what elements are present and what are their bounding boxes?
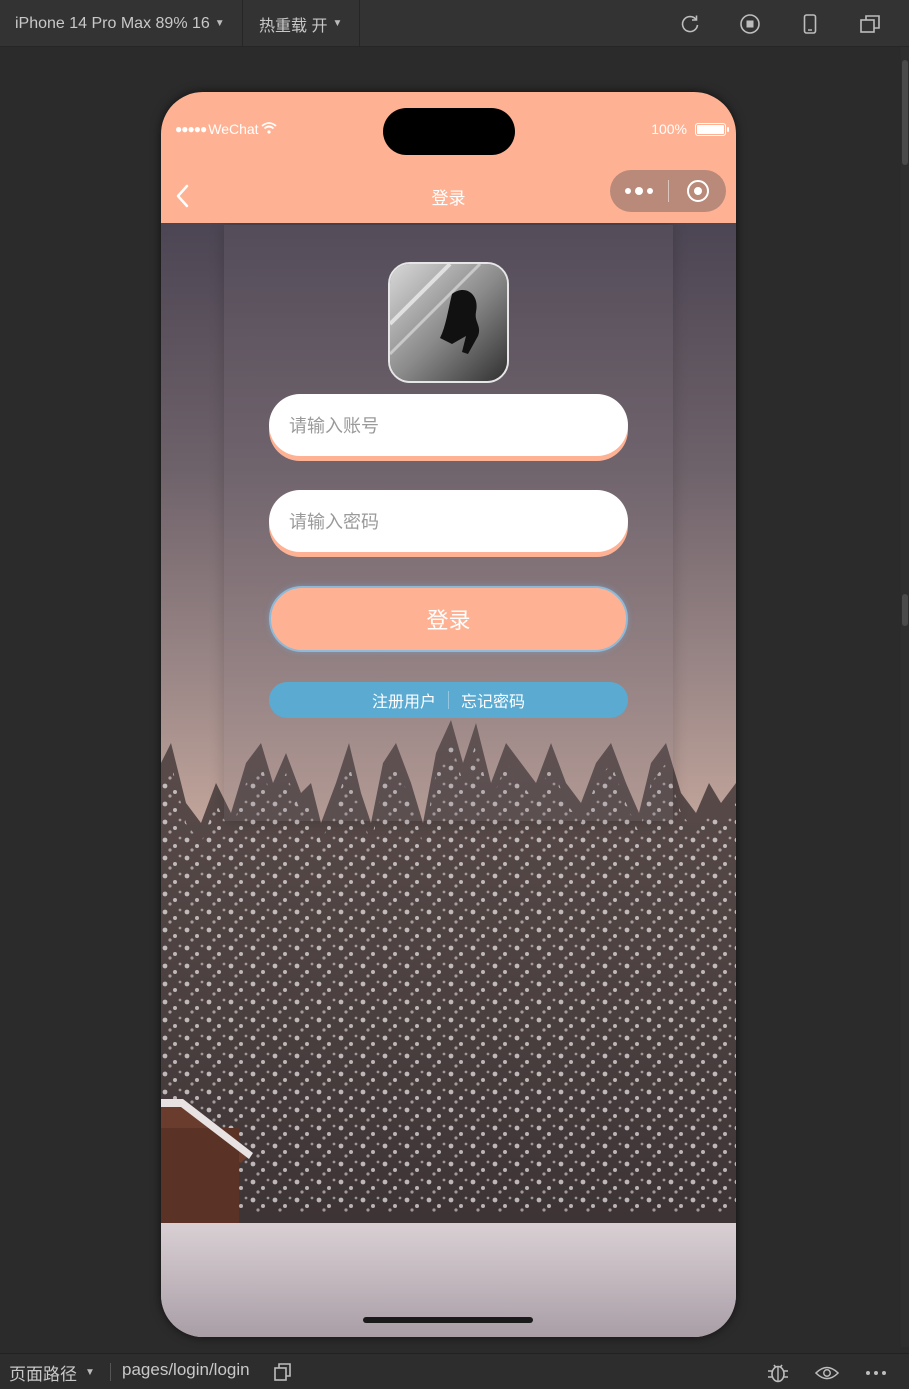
simulator-toolbar: iPhone 14 Pro Max 89% 16 ▼ 热重载 开 ▼ (0, 0, 909, 47)
account-input[interactable]: 请输入账号 (269, 394, 628, 456)
account-placeholder: 请输入账号 (289, 416, 379, 436)
stop-icon[interactable] (738, 12, 762, 36)
close-mini-icon[interactable] (669, 170, 726, 212)
scrollbar[interactable] (901, 47, 909, 1347)
phone-icon[interactable] (798, 12, 822, 36)
route-text: pages/login/login (122, 1360, 250, 1379)
eye-icon[interactable] (815, 1362, 839, 1384)
link-divider (448, 691, 449, 709)
chevron-down-icon: ▼ (85, 1367, 95, 1378)
password-input[interactable]: 请输入密码 (269, 490, 628, 552)
refresh-icon[interactable] (678, 12, 702, 36)
battery-icon (695, 122, 729, 136)
page-path-selector[interactable]: 页面路径 ▼ (9, 1360, 95, 1385)
login-button-label: 登录 (426, 608, 471, 633)
device-selector[interactable]: iPhone 14 Pro Max 89% 16 ▼ (0, 0, 243, 47)
hot-reload-label: 热重载 开 (259, 17, 328, 35)
hot-reload-toggle[interactable]: 热重载 开 ▼ (243, 0, 360, 47)
bottom-divider (110, 1363, 111, 1381)
register-link[interactable]: 注册用户 (372, 688, 436, 712)
status-left: ●●●●● WeChat (175, 121, 277, 137)
signal-icon: ●●●●● (175, 122, 207, 136)
window-icon[interactable] (858, 12, 882, 36)
phone-simulator: 请输入账号 请输入密码 登录 注册用户 忘记密码 ●●●●● WeChat 10… (161, 92, 736, 1337)
nav-header: ●●●●● WeChat 100% 登录 (161, 92, 736, 223)
wifi-icon (260, 121, 277, 137)
avatar (388, 262, 509, 383)
forgot-password-link[interactable]: 忘记密码 (461, 688, 525, 712)
chevron-down-icon: ▼ (214, 18, 225, 29)
scrollbar-thumb[interactable] (902, 594, 908, 626)
carrier-label: WeChat (208, 121, 259, 137)
link-bar: 注册用户 忘记密码 (269, 682, 628, 718)
login-button[interactable]: 登录 (269, 586, 628, 652)
more-icon[interactable] (610, 170, 668, 212)
status-right: 100% (651, 121, 729, 137)
menu-capsule (610, 170, 726, 212)
dynamic-island (383, 108, 515, 155)
copy-icon[interactable] (274, 1363, 292, 1386)
battery-percent: 100% (651, 121, 687, 137)
password-placeholder: 请输入密码 (289, 512, 379, 532)
bug-icon[interactable] (766, 1362, 790, 1384)
page-path-label: 页面路径 (9, 1365, 77, 1384)
ellipsis-icon[interactable] (864, 1362, 888, 1384)
bottom-bar: 页面路径 ▼ pages/login/login (0, 1353, 909, 1389)
home-indicator[interactable] (363, 1317, 533, 1323)
device-label: iPhone 14 Pro Max 89% 16 (15, 14, 210, 32)
chevron-down-icon: ▼ (332, 18, 343, 29)
scrollbar-thumb[interactable] (902, 60, 908, 165)
avatar-image (390, 264, 507, 381)
